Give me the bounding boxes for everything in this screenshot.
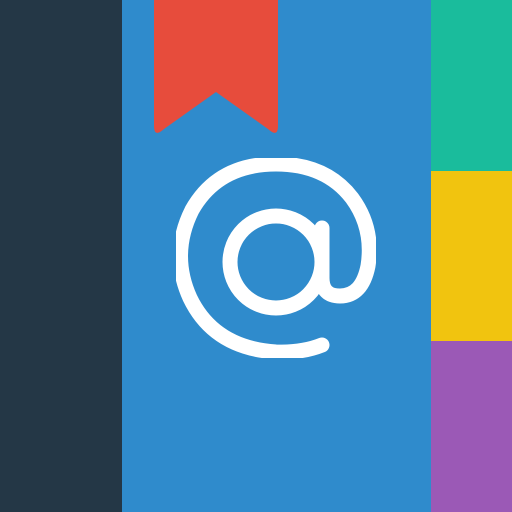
tab-yellow-icon [431,171,512,341]
tab-teal-icon [431,0,512,171]
bookmark-ribbon-icon [154,0,278,136]
book-spine-icon [0,0,122,512]
tab-purple-icon [431,341,512,512]
address-book-app-icon [0,0,512,512]
at-sign-icon [176,158,376,358]
